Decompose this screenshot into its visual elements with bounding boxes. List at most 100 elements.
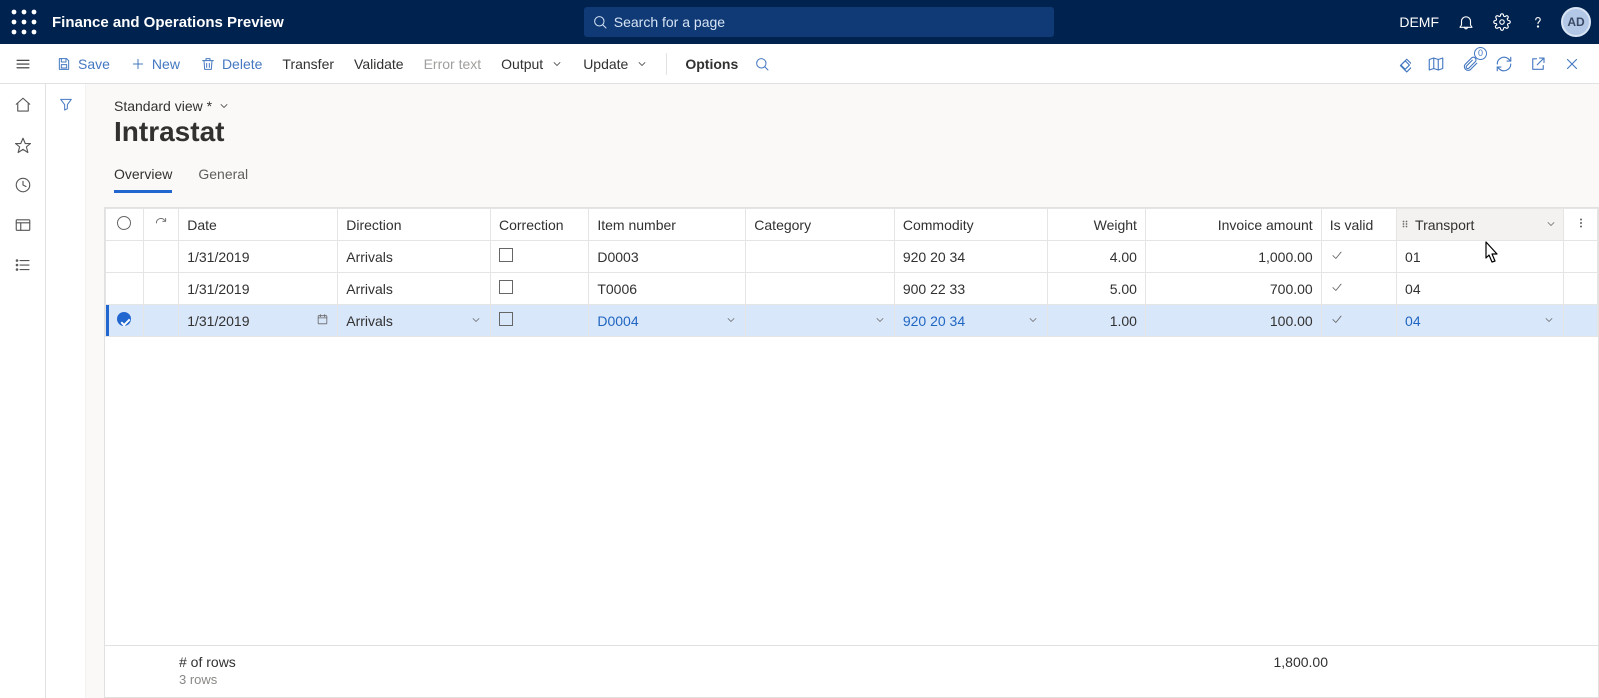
hamburger-icon[interactable] [6,55,40,73]
transfer-button[interactable]: Transfer [272,52,344,76]
calendar-icon[interactable] [316,313,329,329]
cell-transport[interactable]: 04 [1397,273,1564,305]
chevron-down-icon[interactable] [1543,313,1555,329]
popout-icon[interactable] [1523,49,1553,79]
col-invoice-amount[interactable]: Invoice amount [1145,209,1321,241]
attach-count: 0 [1474,47,1487,60]
list-icon[interactable] [12,254,34,276]
company-label[interactable]: DEMF [1399,14,1439,30]
row-select[interactable] [106,241,144,273]
grid: Date Direction Correction Item number Ca… [104,207,1599,698]
validate-button[interactable]: Validate [344,52,414,76]
cell-commodity[interactable]: 900 22 33 [894,273,1047,305]
footer-count: 3 rows [179,672,236,687]
refresh-column[interactable] [143,209,179,241]
tabs: Overview General [86,166,1599,193]
attach-icon[interactable]: 0 [1455,49,1485,79]
cell-commodity[interactable]: 920 20 34 [894,241,1047,273]
page-title: Intrastat [114,116,1599,148]
col-weight[interactable]: Weight [1047,209,1145,241]
cell-commodity[interactable]: 920 20 34 [894,305,1047,337]
table-row[interactable]: 1/31/2019 Arrivals T0006 900 22 33 5.00 … [106,273,1598,305]
col-item-number[interactable]: Item number [589,209,746,241]
home-icon[interactable] [12,94,34,116]
new-button[interactable]: New [120,52,190,76]
cell-transport[interactable]: 04 [1397,305,1564,337]
chevron-down-icon[interactable] [1027,313,1039,329]
cell-weight[interactable]: 1.00 [1047,305,1145,337]
col-category[interactable]: Category [746,209,895,241]
filter-pane-toggle[interactable] [46,84,86,698]
cell-category[interactable] [746,241,895,273]
cell-date[interactable]: 1/31/2019 [179,241,338,273]
cell-item[interactable]: D0003 [589,241,746,273]
cell-direction[interactable]: Arrivals [338,241,491,273]
row-select[interactable] [106,273,144,305]
options-button[interactable]: Options [675,52,748,76]
star-icon[interactable] [12,134,34,156]
col-date[interactable]: Date [179,209,338,241]
help-icon[interactable] [1521,5,1555,39]
update-menu[interactable]: Update [573,52,658,76]
tab-overview[interactable]: Overview [114,166,172,193]
col-direction[interactable]: Direction [338,209,491,241]
cell-weight[interactable]: 5.00 [1047,273,1145,305]
action-bar: Save New Delete Transfer Validate Error … [0,44,1599,84]
search-input[interactable]: Search for a page [584,7,1054,37]
cell-correction[interactable] [491,273,589,305]
action-search-icon[interactable] [748,52,776,76]
recent-icon[interactable] [12,174,34,196]
cell-transport[interactable]: 01 [1397,241,1564,273]
grid-footer: # of rows 3 rows 1,800.00 [105,645,1598,697]
save-button[interactable]: Save [46,52,120,76]
chevron-down-icon[interactable] [1545,217,1557,233]
col-commodity[interactable]: Commodity [894,209,1047,241]
cell-item[interactable]: T0006 [589,273,746,305]
cell-valid[interactable] [1321,241,1396,273]
refresh-icon[interactable] [1489,49,1519,79]
waffle-icon[interactable] [8,6,40,38]
avatar[interactable]: AD [1561,7,1591,37]
table-row[interactable]: 1/31/2019 Arrivals D0004 [106,305,1598,337]
delete-button[interactable]: Delete [190,52,272,76]
error-text-button: Error text [414,52,492,76]
workspace-icon[interactable] [12,214,34,236]
col-transport[interactable]: Transport [1397,209,1564,241]
map-icon[interactable] [1421,49,1451,79]
cell-weight[interactable]: 4.00 [1047,241,1145,273]
chevron-down-icon[interactable] [725,313,737,329]
diamond-icon[interactable] [1387,49,1417,79]
cell-date[interactable]: 1/31/2019 [179,305,338,337]
footer-label: # of rows [179,654,236,670]
select-all[interactable] [106,209,144,241]
cell-direction[interactable]: Arrivals [338,273,491,305]
cell-invoice[interactable]: 700.00 [1145,273,1321,305]
gear-icon[interactable] [1485,5,1519,39]
cell-category[interactable] [746,273,895,305]
cell-direction[interactable]: Arrivals [338,305,491,337]
close-icon[interactable] [1557,49,1587,79]
cell-valid[interactable] [1321,273,1396,305]
output-menu[interactable]: Output [491,52,573,76]
bell-icon[interactable] [1449,5,1483,39]
cell-valid[interactable] [1321,305,1396,337]
col-is-valid[interactable]: Is valid [1321,209,1396,241]
cell-correction[interactable] [491,241,589,273]
cell-correction[interactable] [491,305,589,337]
view-selector[interactable]: Standard view * [114,98,1599,114]
chevron-down-icon[interactable] [874,313,886,329]
left-rail [0,84,46,698]
cell-invoice[interactable]: 1,000.00 [1145,241,1321,273]
row-select[interactable] [106,305,144,337]
tab-general[interactable]: General [198,166,248,193]
grip-icon[interactable] [1399,217,1411,233]
chevron-down-icon[interactable] [470,313,482,329]
table-row[interactable]: 1/31/2019 Arrivals D0003 920 20 34 4.00 … [106,241,1598,273]
cell-category[interactable] [746,305,895,337]
col-menu[interactable] [1564,209,1598,241]
main-content: Standard view * Intrastat Overview Gener… [86,84,1599,698]
cell-date[interactable]: 1/31/2019 [179,273,338,305]
cell-item[interactable]: D0004 [589,305,746,337]
col-correction[interactable]: Correction [491,209,589,241]
cell-invoice[interactable]: 100.00 [1145,305,1321,337]
